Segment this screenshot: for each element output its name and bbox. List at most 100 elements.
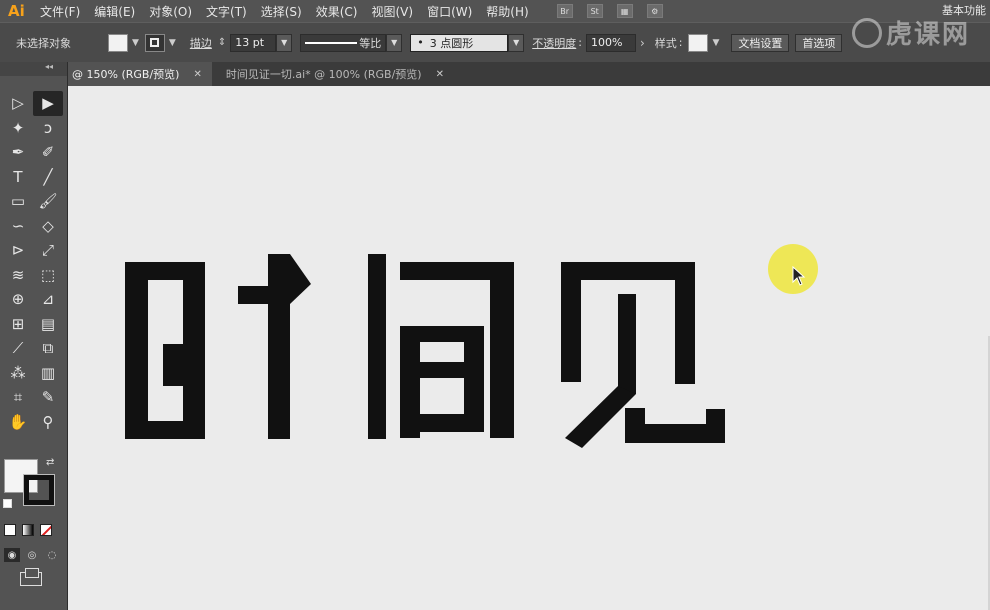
arrange-documents-icon[interactable]: ▦ [616, 4, 633, 18]
brush-dropdown[interactable]: ▼ [508, 33, 525, 52]
curvature-tool[interactable]: ✐ [33, 140, 63, 165]
glyph-shi-hook-stem [268, 254, 290, 439]
selection-tool[interactable]: ▷ [3, 91, 33, 116]
brush-dot-icon: • [417, 36, 424, 49]
zoom-tool[interactable]: ⚲ [33, 410, 63, 435]
blend-tool[interactable]: ⧉ [33, 336, 63, 361]
menu-bar: Ai 文件(F) 编辑(E) 对象(O) 文字(T) 选择(S) 效果(C) 视… [0, 0, 990, 22]
glyph-shi-hook [290, 254, 311, 304]
menu-effect[interactable]: 效果(C) [316, 3, 358, 20]
document-setup-button[interactable]: 文档设置 [731, 33, 790, 52]
shaper-tool[interactable]: ∽ [3, 214, 33, 239]
opacity-field[interactable]: 100% [585, 33, 636, 52]
symbol-sprayer-tool[interactable]: ⁂ [3, 361, 33, 386]
slice-tool[interactable]: ✎ [33, 385, 63, 410]
rectangle-tool[interactable]: ▭ [3, 189, 33, 214]
stock-icon[interactable]: St [586, 4, 603, 18]
watermark: 虎课网 [851, 14, 970, 51]
menu-edit[interactable]: 编辑(E) [94, 3, 135, 20]
glyph-jianx-hook-tip [706, 409, 725, 439]
type-tool[interactable]: T [3, 165, 33, 190]
pen-tool[interactable]: ✒ [3, 140, 33, 165]
stroke-weight-dropdown[interactable]: ▼ [276, 33, 293, 52]
close-icon[interactable]: ✕ [193, 69, 201, 80]
tab-document-2[interactable]: 时间见证一切.ai* @ 100% (RGB/预览) ✕ [212, 62, 454, 86]
column-graph-tool[interactable]: ▥ [33, 361, 63, 386]
glyph-jian-inner-mid [420, 362, 464, 378]
glyph-jian-inner-bottom [420, 414, 464, 432]
tools-panel: ◂◂ ▷ ▶ ✦ ↄ ✒ ✐ T ╱ ▭ 🖌 ∽ ◇ ⊳ ⤢ ≋ ⬚ ⊕ ⊿ ⊞ ▤ ⟋ ⧉ ⁂ ▥ ⌗ ✎ ✋ ⚲ ⇄ ◉ ◎ ◌ [0, 62, 68, 610]
menu-file[interactable]: 文件(F) [40, 3, 80, 20]
chevron-right-icon[interactable]: › [640, 36, 645, 50]
glyph-shi-left-stroke [125, 262, 148, 439]
cursor-arrow-icon [792, 266, 806, 286]
opacity-label[interactable]: 不透明度 [532, 35, 576, 51]
glyph-shi-mid-bar [163, 344, 183, 386]
control-bar: 未选择对象 ▼ ▼ 描边 ⇕ 13 pt ▼ 等比 ▼ • 3 点圆形 ▼ 不透… [0, 22, 990, 62]
graphic-style-swatch[interactable] [688, 33, 709, 52]
variable-width-profile[interactable]: 等比 [300, 33, 387, 52]
fill-swatch[interactable] [108, 33, 128, 52]
swap-fill-stroke-icon[interactable]: ⇄ [46, 457, 54, 468]
gradient-mode-icon[interactable] [22, 524, 34, 536]
menu-select[interactable]: 选择(S) [261, 3, 302, 20]
menu-help[interactable]: 帮助(H) [486, 3, 528, 20]
tab-document-1[interactable]: @ 150% (RGB/预览) ✕ [68, 62, 212, 86]
draw-normal-icon[interactable]: ◉ [4, 548, 20, 562]
gradient-tool[interactable]: ▤ [33, 312, 63, 337]
app-logo: Ai [8, 2, 25, 20]
illustrator-window: Ai 文件(F) 编辑(E) 对象(O) 文字(T) 选择(S) 效果(C) 视… [0, 0, 990, 610]
selection-status: 未选择对象 [16, 36, 71, 50]
stroke-label[interactable]: 描边 [190, 35, 212, 51]
free-transform-tool[interactable]: ⬚ [33, 263, 63, 288]
menu-view[interactable]: 视图(V) [371, 3, 413, 20]
drawing-modes: ◉ ◎ ◌ [4, 548, 60, 562]
warp-tool[interactable]: ≋ [3, 263, 33, 288]
scale-tool[interactable]: ⤢ [33, 238, 63, 263]
fill-stroke-control: ⇄ [0, 457, 68, 517]
glyph-shi-crossbar [238, 286, 290, 304]
glyph-jian-inner-right [464, 326, 484, 432]
reflect-tool[interactable]: ⊳ [3, 238, 33, 263]
brush-label: 3 点圆形 [429, 36, 474, 50]
preferences-button[interactable]: 首选项 [795, 33, 843, 52]
chevron-down-icon[interactable]: ▼ [169, 38, 176, 48]
artboard-canvas[interactable] [68, 86, 990, 610]
artboard-tool[interactable]: ⌗ [3, 385, 33, 410]
eyedropper-tool[interactable]: ⟋ [3, 336, 33, 361]
eraser-tool[interactable]: ◇ [33, 214, 63, 239]
stroke-swatch[interactable] [144, 33, 165, 52]
close-icon[interactable]: ✕ [436, 69, 444, 80]
screen-mode-icon[interactable] [20, 568, 42, 586]
stepper-icon[interactable]: ⇕ [218, 37, 226, 48]
gpu-performance-icon[interactable]: ⚙ [646, 4, 663, 18]
glyph-jianx-inner [618, 294, 636, 394]
menu-window[interactable]: 窗口(W) [427, 3, 472, 20]
none-mode-icon[interactable] [40, 524, 52, 536]
menu-object[interactable]: 对象(O) [149, 3, 192, 20]
shape-builder-tool[interactable]: ⊕ [3, 287, 33, 312]
brush-definition[interactable]: • 3 点圆形 [410, 33, 509, 52]
collapse-panel-icon[interactable]: ◂◂ [0, 62, 67, 76]
perspective-grid-tool[interactable]: ⊿ [33, 287, 63, 312]
stroke-color-box[interactable] [23, 474, 55, 506]
chevron-down-icon[interactable]: ▼ [132, 38, 139, 48]
stroke-weight-field[interactable]: 13 pt [230, 33, 277, 52]
default-fill-stroke-icon[interactable] [3, 499, 12, 508]
stroke-profile-dropdown[interactable]: ▼ [386, 33, 403, 52]
bridge-icon[interactable]: Br [556, 4, 573, 18]
menu-type[interactable]: 文字(T) [206, 3, 247, 20]
hand-tool[interactable]: ✋ [3, 410, 33, 435]
draw-behind-icon[interactable]: ◎ [24, 548, 40, 562]
draw-inside-icon[interactable]: ◌ [44, 548, 60, 562]
paintbrush-tool[interactable]: 🖌 [33, 189, 63, 214]
artwork-glyphs [125, 254, 725, 448]
direct-selection-tool[interactable]: ▶ [33, 91, 63, 116]
stroke-line-icon [305, 41, 358, 44]
line-tool[interactable]: ╱ [33, 165, 63, 190]
mesh-tool[interactable]: ⊞ [3, 312, 33, 337]
lasso-tool[interactable]: ↄ [33, 116, 63, 141]
color-mode-icon[interactable] [4, 524, 16, 536]
magic-wand-tool[interactable]: ✦ [3, 116, 33, 141]
chevron-down-icon[interactable]: ▼ [712, 38, 719, 48]
